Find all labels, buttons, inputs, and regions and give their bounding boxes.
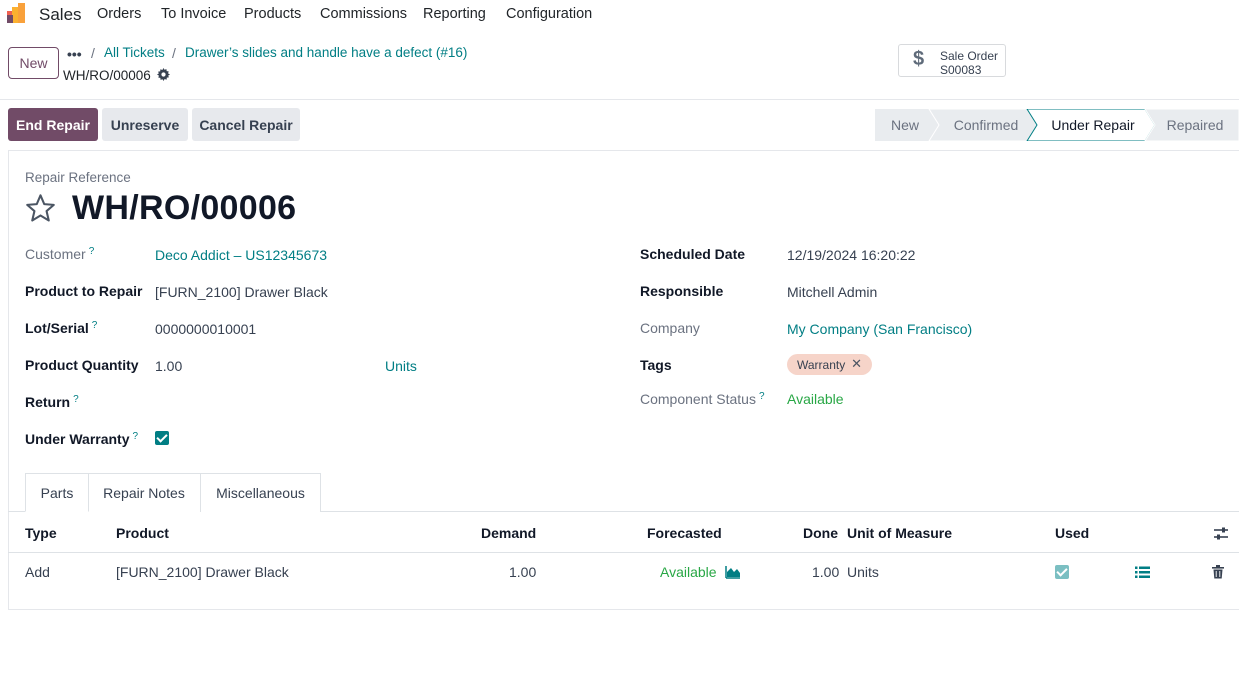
repair-reference-value[interactable]: WH/RO/00006	[72, 189, 296, 228]
menu-commissions[interactable]: Commissions	[320, 6, 407, 22]
customer-label: Customer?	[25, 246, 95, 262]
product-uom-field[interactable]: Units	[385, 358, 417, 374]
col-done[interactable]: Done	[803, 525, 838, 541]
tab-miscellaneous[interactable]: Miscellaneous	[201, 473, 321, 512]
breadcrumb-all-tickets[interactable]: All Tickets	[104, 45, 165, 60]
tags-label: Tags	[640, 357, 672, 373]
col-product[interactable]: Product	[116, 525, 169, 541]
forecast-chart-icon[interactable]	[725, 565, 741, 579]
cell-done[interactable]: 1.00	[812, 564, 839, 580]
under-warranty-label: Under Warranty?	[25, 431, 139, 447]
help-icon[interactable]: ?	[92, 320, 98, 331]
stage-new[interactable]: New	[875, 109, 935, 141]
cell-type[interactable]: Add	[25, 564, 50, 580]
breadcrumb-ticket[interactable]: Drawer’s slides and handle have a defect…	[185, 45, 467, 60]
unreserve-button[interactable]: Unreserve	[102, 108, 188, 141]
col-used[interactable]: Used	[1055, 525, 1089, 541]
col-forecasted[interactable]: Forecasted	[647, 525, 722, 541]
company-label: Company	[640, 320, 700, 336]
cell-demand[interactable]: 1.00	[509, 564, 536, 580]
table-header-divider	[8, 552, 1239, 553]
product-quantity-field[interactable]: 1.00	[155, 358, 182, 374]
trash-icon[interactable]	[1212, 565, 1224, 579]
detailed-operations-icon[interactable]	[1135, 566, 1150, 579]
used-checkbox[interactable]	[1055, 565, 1069, 579]
help-icon[interactable]: ?	[89, 246, 95, 257]
repair-reference-label: Repair Reference	[25, 170, 131, 185]
close-icon[interactable]: ✕	[851, 356, 862, 372]
menu-to-invoice[interactable]: To Invoice	[161, 6, 226, 22]
menu-products[interactable]: Products	[244, 6, 301, 22]
control-panel-divider	[0, 99, 1239, 100]
dollar-icon: $	[913, 48, 925, 70]
help-icon[interactable]: ?	[759, 391, 765, 402]
help-icon[interactable]: ?	[133, 431, 139, 442]
breadcrumb-separator: /	[172, 45, 176, 61]
under-warranty-checkbox[interactable]	[155, 431, 169, 445]
sales-app-icon[interactable]	[7, 3, 29, 23]
responsible-field[interactable]: Mitchell Admin	[787, 284, 877, 300]
menu-orders[interactable]: Orders	[97, 6, 141, 22]
status-bar: New Confirmed Under Repair Repaired	[875, 109, 1239, 141]
optional-columns-icon[interactable]	[1213, 526, 1229, 541]
company-field[interactable]: My Company (San Francisco)	[787, 321, 972, 337]
stage-repaired[interactable]: Repaired	[1155, 109, 1235, 141]
warranty-tag: Warranty ✕	[787, 354, 872, 375]
star-icon[interactable]	[24, 193, 57, 224]
more-actions-icon[interactable]: •••	[67, 46, 82, 62]
menu-configuration[interactable]: Configuration	[506, 6, 592, 22]
cell-forecasted: Available	[660, 564, 717, 580]
col-type[interactable]: Type	[25, 525, 57, 541]
cancel-repair-button[interactable]: Cancel Repair	[192, 108, 300, 141]
tab-repair-notes[interactable]: Repair Notes	[88, 473, 201, 512]
sale-order-smart-button[interactable]: $ Sale Order S00083	[898, 44, 1006, 77]
stage-confirmed[interactable]: Confirmed	[939, 109, 1033, 141]
tab-parts[interactable]: Parts	[25, 473, 89, 512]
menu-reporting[interactable]: Reporting	[423, 6, 486, 22]
smart-button-title: Sale Order	[940, 49, 999, 63]
customer-field[interactable]: Deco Addict – US12345673	[155, 247, 327, 263]
scheduled-date-label: Scheduled Date	[640, 246, 746, 262]
smart-button-value: S00083	[940, 63, 982, 77]
component-status-value: Available	[787, 391, 844, 407]
app-name[interactable]: Sales	[39, 5, 82, 25]
lot-serial-label: Lot/Serial?	[25, 320, 98, 336]
breadcrumb-separator: /	[91, 45, 95, 61]
cell-product[interactable]: [FURN_2100] Drawer Black	[116, 564, 289, 580]
product-to-repair-label: Product to Repair	[25, 283, 143, 299]
product-quantity-label: Product Quantity	[25, 357, 139, 373]
new-button[interactable]: New	[8, 47, 59, 79]
product-to-repair-field[interactable]: [FURN_2100] Drawer Black	[155, 284, 328, 300]
col-demand[interactable]: Demand	[481, 525, 536, 541]
cell-uom[interactable]: Units	[847, 564, 879, 580]
stage-under-repair[interactable]: Under Repair	[1037, 109, 1149, 141]
gear-icon[interactable]	[157, 68, 170, 81]
scheduled-date-field[interactable]: 12/19/2024 16:20:22	[787, 247, 915, 263]
lot-serial-field[interactable]: 0000000010001	[155, 321, 256, 337]
tag-label: Warranty	[797, 357, 846, 372]
responsible-label: Responsible	[640, 283, 724, 299]
record-name: WH/RO/00006	[63, 68, 151, 83]
col-uom[interactable]: Unit of Measure	[847, 525, 952, 541]
end-repair-button[interactable]: End Repair	[8, 108, 98, 141]
component-status-label: Component Status?	[640, 391, 765, 407]
help-icon[interactable]: ?	[73, 394, 79, 405]
top-navbar: Sales Orders To Invoice Products Commiss…	[0, 0, 1239, 28]
return-label: Return?	[25, 394, 79, 410]
